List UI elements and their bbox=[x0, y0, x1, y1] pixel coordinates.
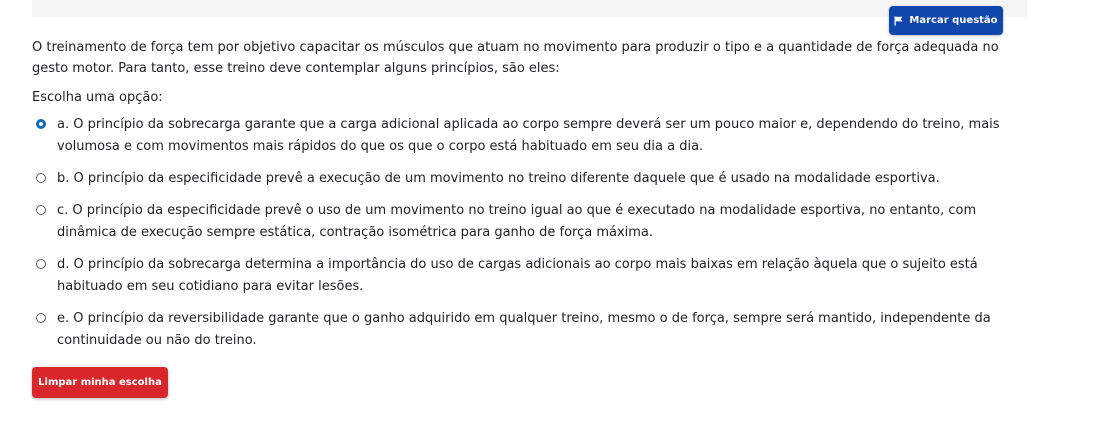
clear-choice-button[interactable]: Limpar minha escolha bbox=[32, 367, 168, 398]
answer-options: a. O princípio da sobrecarga garante que… bbox=[32, 114, 1022, 362]
radio-button-a[interactable] bbox=[36, 119, 46, 129]
question-text: O treinamento de força tem por objetivo … bbox=[32, 40, 999, 76]
radio-button-e[interactable] bbox=[36, 313, 46, 323]
answer-option-c-label[interactable]: c. O princípio da especificidade prevê o… bbox=[57, 200, 1022, 244]
flag-question-label: Marcar questão bbox=[909, 15, 998, 26]
answer-option-d-label[interactable]: d. O princípio da sobrecarga determina a… bbox=[57, 254, 1022, 298]
flag-question-button[interactable]: Marcar questão bbox=[889, 6, 1003, 35]
answer-option-b-label[interactable]: b. O princípio da especificidade prevê a… bbox=[57, 168, 1022, 190]
answer-option-c[interactable]: c. O princípio da especificidade prevê o… bbox=[32, 200, 1022, 244]
radio-button-c[interactable] bbox=[36, 205, 46, 215]
answer-option-e-label[interactable]: e. O princípio da reversibilidade garant… bbox=[57, 308, 1022, 352]
answer-option-b[interactable]: b. O princípio da especificidade prevê a… bbox=[32, 168, 1022, 190]
answer-option-a[interactable]: a. O princípio da sobrecarga garante que… bbox=[32, 114, 1022, 158]
flag-icon bbox=[894, 16, 903, 26]
question-header-strip bbox=[32, 0, 1027, 17]
answer-option-d[interactable]: d. O princípio da sobrecarga determina a… bbox=[32, 254, 1022, 298]
answer-prompt: Escolha uma opção: bbox=[32, 90, 163, 105]
radio-button-b[interactable] bbox=[36, 173, 46, 183]
radio-button-d[interactable] bbox=[36, 259, 46, 269]
answer-option-a-label[interactable]: a. O princípio da sobrecarga garante que… bbox=[57, 114, 1022, 158]
answer-option-e[interactable]: e. O princípio da reversibilidade garant… bbox=[32, 308, 1022, 352]
